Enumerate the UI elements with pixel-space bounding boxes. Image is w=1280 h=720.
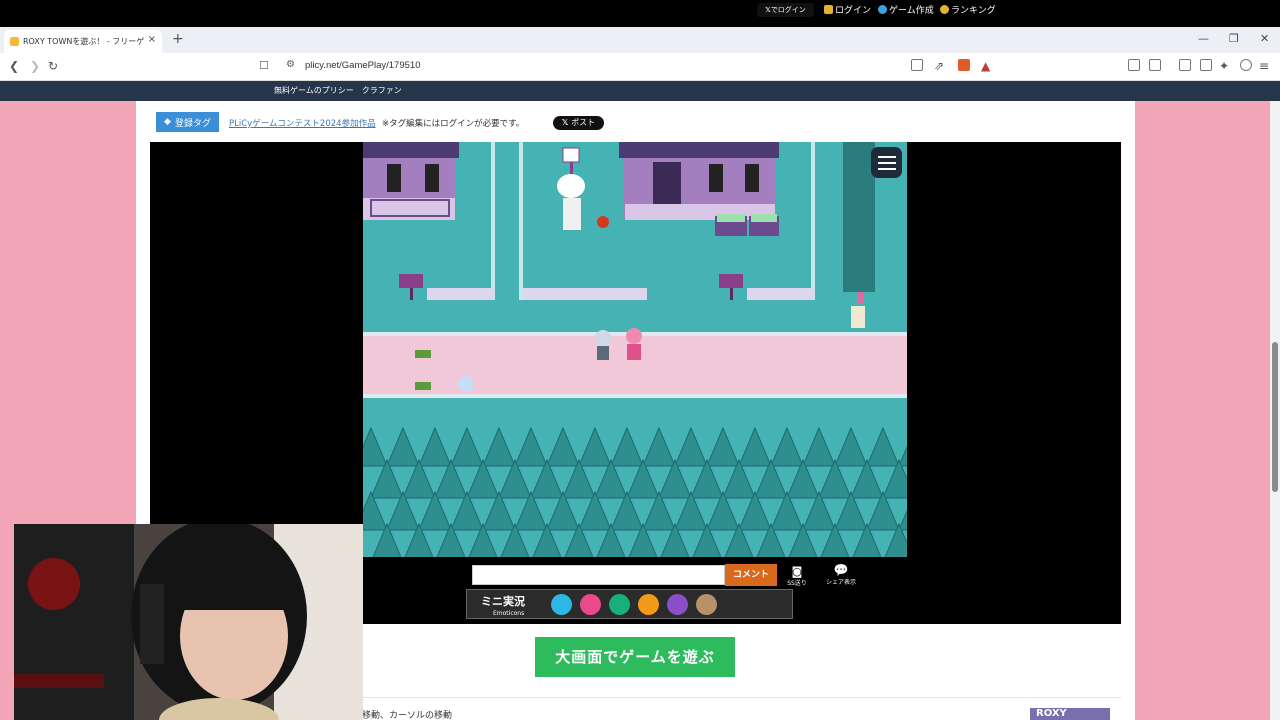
minimize-icon[interactable]: — xyxy=(1198,32,1209,45)
forward-icon[interactable]: ❯ xyxy=(30,59,40,73)
speech-bubble-icon: 💬 xyxy=(833,563,849,577)
navigation-bar: ❮ ❯ ↻ ☐ ⚙ plicy.net/GamePlay/179510 ⇗ ▲ … xyxy=(0,53,1280,81)
webcam-image xyxy=(14,524,363,720)
new-tab-button[interactable]: + xyxy=(172,31,184,47)
screen: ROXY TOWNを遊ぶ！ - フリーゲ × + — ❐ ✕ ❮ ❯ ↻ ☐ ⚙… xyxy=(0,0,1280,720)
house-left xyxy=(363,142,459,220)
lock-icon xyxy=(824,5,833,14)
back-icon[interactable]: ❮ xyxy=(9,59,19,73)
brave-shield-icon[interactable] xyxy=(958,59,970,71)
site-brand[interactable]: 無料ゲームのプリシー クラファン xyxy=(274,85,402,96)
bookmark-icon[interactable]: ☐ xyxy=(259,59,269,72)
hamburger-icon xyxy=(877,155,896,158)
scrollbar-thumb[interactable] xyxy=(1272,342,1278,492)
comment-button[interactable]: コメント xyxy=(725,564,777,586)
extension-icon[interactable] xyxy=(1128,59,1140,71)
emoticon-smile-icon[interactable] xyxy=(551,594,572,615)
favicon-icon xyxy=(10,37,19,46)
mini-commentary-label: ミニ実況 xyxy=(481,595,525,608)
create-label: ゲーム作成 xyxy=(889,6,934,16)
sidebar-icon[interactable] xyxy=(1179,59,1191,71)
post-label: ポスト xyxy=(571,118,596,127)
share-display-button[interactable]: 💬 シェア表示 xyxy=(822,563,860,586)
login-label: ログイン xyxy=(835,6,872,16)
contest-tag-link[interactable]: PLiCyゲームコンテスト2024参加作品 xyxy=(229,117,376,129)
site-header: 無料ゲームのプリシー クラファン xyxy=(0,81,1280,101)
play-fullscreen-button[interactable]: 大画面でゲームを遊ぶ xyxy=(535,637,735,677)
tags-label: 登録タグ xyxy=(174,118,211,129)
screen-top-black-band xyxy=(0,0,1280,27)
ranking-label: ランキング xyxy=(951,6,996,16)
reader-icon[interactable] xyxy=(911,59,923,71)
create-game-link[interactable]: ゲーム作成 xyxy=(878,3,934,16)
controls-description: 移動、カーソルの移動 xyxy=(362,711,453,720)
browser-tab[interactable]: ROXY TOWNを遊ぶ！ - フリーゲ × xyxy=(4,30,162,53)
emoticon-love-icon[interactable] xyxy=(580,594,601,615)
mini-commentary-bar: ミニ実況 Emoticons xyxy=(466,589,793,619)
emoticon-surprise-icon[interactable] xyxy=(638,594,659,615)
site-info-icon[interactable]: ⚙ xyxy=(286,59,295,70)
x-post-button[interactable]: 𝕏 ポスト xyxy=(553,116,604,130)
comment-input[interactable] xyxy=(472,565,725,585)
address-bar[interactable]: plicy.net/GamePlay/179510 xyxy=(305,60,420,71)
login-link[interactable]: ログイン xyxy=(824,3,871,16)
roxy-logo: ROXY xyxy=(1030,708,1110,720)
trophy-icon xyxy=(940,5,949,14)
game-canvas[interactable] xyxy=(363,142,907,557)
tab-search-icon[interactable] xyxy=(1149,59,1161,71)
tab-title: ROXY TOWNを遊ぶ！ - フリーゲ xyxy=(23,37,145,46)
menu-icon[interactable]: ≡ xyxy=(1259,59,1269,73)
tag-note: ※タグ編集にはログインが必要です。 xyxy=(382,119,525,129)
tab-close-icon[interactable]: × xyxy=(148,34,156,45)
camera-icon: ◙ xyxy=(791,565,803,578)
leo-ai-icon[interactable]: ✦ xyxy=(1219,59,1229,73)
emoticons-label: Emoticons xyxy=(493,610,525,617)
webcam-overlay xyxy=(14,524,363,720)
scrollbar[interactable] xyxy=(1270,101,1280,720)
close-window-icon[interactable]: ✕ xyxy=(1260,32,1269,45)
wallet-icon[interactable] xyxy=(1200,59,1212,71)
chat-icon xyxy=(878,5,887,14)
tag-icon: ◆ xyxy=(164,117,171,127)
tab-strip: ROXY TOWNを遊ぶ！ - フリーゲ × xyxy=(0,27,1280,53)
reload-icon[interactable]: ↻ xyxy=(48,59,58,73)
registered-tags-button[interactable]: ◆ 登録タグ xyxy=(156,112,219,132)
maximize-icon[interactable]: ❐ xyxy=(1229,32,1239,45)
emoticon-meh-icon[interactable] xyxy=(696,594,717,615)
game-scene xyxy=(363,142,907,557)
x-login-button[interactable]: 𝕏でログイン xyxy=(757,3,814,17)
page-bg-right xyxy=(1135,101,1271,720)
rewards-icon[interactable]: ▲ xyxy=(981,59,990,73)
divider xyxy=(363,697,1121,698)
game-menu-button[interactable] xyxy=(871,147,902,178)
share-icon[interactable]: ⇗ xyxy=(934,59,944,73)
x-logo-icon: 𝕏 xyxy=(561,118,572,127)
ss-send-button[interactable]: ◙ SS送り xyxy=(786,565,808,587)
ranking-link[interactable]: ランキング xyxy=(940,3,996,16)
ss-label: SS送り xyxy=(787,580,807,587)
emoticon-laugh-icon[interactable] xyxy=(609,594,630,615)
emoticon-sad-icon[interactable] xyxy=(667,594,688,615)
share-label: シェア表示 xyxy=(825,579,856,586)
vpn-icon[interactable] xyxy=(1240,59,1252,71)
x-login-label: でログイン xyxy=(770,6,806,14)
